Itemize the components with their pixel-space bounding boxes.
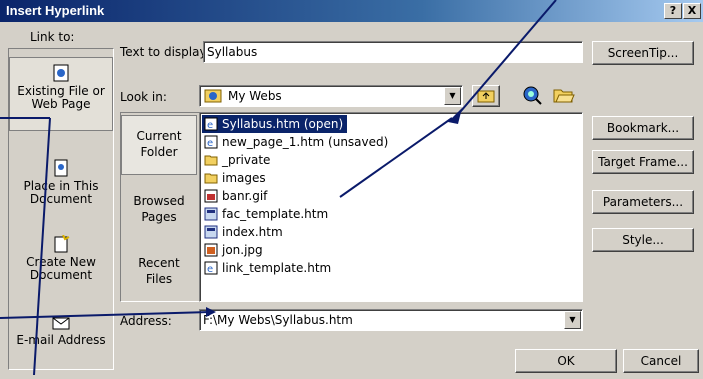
image-file-icon	[204, 189, 218, 203]
file-item[interactable]: e link_template.htm	[202, 259, 335, 277]
svg-text:e: e	[207, 138, 213, 149]
browse-file-button[interactable]	[552, 85, 576, 105]
recent-files-button[interactable]: Recent Files	[121, 255, 197, 287]
image-file-icon	[204, 243, 218, 257]
file-name: Syllabus.htm (open)	[222, 117, 344, 131]
file-name: fac_template.htm	[222, 207, 329, 221]
link-place-in-document[interactable]: Place in This Document	[9, 159, 113, 206]
html-file-icon: e	[204, 135, 218, 149]
link-existing-file-line2: Web Page	[31, 97, 91, 111]
browse-web-icon	[523, 86, 542, 105]
link-create-line1: Create New	[26, 255, 96, 269]
browsed-pages-line1: Browsed	[133, 194, 185, 208]
chevron-down-icon[interactable]: ▼	[444, 87, 461, 105]
parameters-button[interactable]: Parameters...	[592, 190, 694, 214]
web-folder-icon	[204, 89, 222, 103]
title-bar: Insert Hyperlink ? X	[0, 0, 703, 22]
file-item[interactable]: e new_page_1.htm (unsaved)	[202, 133, 392, 151]
html-file-icon: e	[204, 117, 218, 131]
file-item[interactable]: fac_template.htm	[202, 205, 332, 223]
file-name: index.htm	[222, 225, 283, 239]
svg-text:e: e	[207, 264, 213, 275]
address-label: Address:	[120, 314, 172, 328]
file-item[interactable]: jon.jpg	[202, 241, 267, 259]
file-name: banr.gif	[222, 189, 268, 203]
look-in-dropdown[interactable]: My Webs ▼	[199, 85, 463, 107]
link-email-address[interactable]: E-mail Address	[9, 313, 113, 347]
new-document-icon	[54, 235, 70, 253]
chevron-down-icon[interactable]: ▼	[564, 311, 581, 329]
address-input[interactable]: F:\My Webs\Syllabus.htm ▼	[199, 309, 583, 331]
email-icon	[52, 317, 70, 330]
folder-icon	[204, 155, 218, 166]
browse-web-button[interactable]	[520, 85, 544, 105]
address-value: F:\My Webs\Syllabus.htm	[203, 313, 353, 327]
link-existing-file[interactable]: Existing File or Web Page	[9, 57, 113, 131]
file-list[interactable]: e Syllabus.htm (open) e new_page_1.htm (…	[199, 112, 583, 302]
file-name: link_template.htm	[222, 261, 332, 275]
link-create-new-document[interactable]: Create New Document	[9, 235, 113, 282]
text-to-display-value: Syllabus	[207, 45, 258, 59]
file-name: images	[222, 171, 266, 185]
file-name: _private	[222, 153, 271, 167]
look-in-value: My Webs	[228, 89, 282, 103]
cancel-button[interactable]: Cancel	[623, 349, 699, 373]
place-in-document-icon	[54, 159, 68, 177]
file-item[interactable]: e Syllabus.htm (open)	[202, 115, 348, 133]
file-item[interactable]: _private	[202, 151, 274, 169]
browsed-pages-line2: Pages	[141, 210, 177, 224]
screentip-button[interactable]: ScreenTip...	[592, 41, 694, 65]
file-name: jon.jpg	[222, 243, 263, 257]
link-place-line1: Place in This	[23, 179, 99, 193]
current-folder-line1: Current	[136, 129, 182, 143]
up-folder-icon	[477, 90, 495, 103]
current-folder-button[interactable]: Current Folder	[121, 115, 197, 175]
close-button[interactable]: X	[683, 3, 701, 19]
text-to-display-input[interactable]: Syllabus	[203, 41, 583, 63]
link-place-line2: Document	[29, 192, 93, 206]
link-email-line1: E-mail Address	[16, 333, 106, 347]
link-create-line2: Document	[29, 268, 93, 282]
template-file-icon	[204, 207, 218, 221]
current-folder-line2: Folder	[140, 145, 178, 159]
recent-files-line1: Recent	[138, 256, 180, 270]
file-item[interactable]: images	[202, 169, 270, 187]
folder-icon	[204, 173, 218, 184]
ok-button[interactable]: OK	[515, 349, 617, 373]
style-button[interactable]: Style...	[592, 228, 694, 252]
look-in-bar: Current Folder Browsed Pages Recent File…	[120, 112, 200, 302]
recent-files-line2: Files	[145, 272, 173, 286]
link-to-bar: Existing File or Web Page Place in This …	[8, 48, 114, 370]
open-folder-icon	[553, 89, 575, 103]
template-file-icon	[204, 225, 218, 239]
file-name: new_page_1.htm (unsaved)	[222, 135, 389, 149]
up-one-folder-button[interactable]	[472, 85, 500, 107]
svg-text:e: e	[207, 120, 213, 131]
html-file-icon: e	[204, 261, 218, 275]
web-page-icon	[53, 64, 69, 82]
link-to-label: Link to:	[30, 30, 75, 44]
browsed-pages-button[interactable]: Browsed Pages	[121, 193, 197, 225]
file-item[interactable]: index.htm	[202, 223, 287, 241]
text-to-display-label: Text to display:	[120, 45, 210, 59]
dialog-title: Insert Hyperlink	[6, 3, 105, 18]
link-existing-file-line1: Existing File or	[17, 84, 105, 98]
target-frame-button[interactable]: Target Frame...	[592, 150, 694, 174]
look-in-label: Look in:	[120, 90, 167, 104]
help-button[interactable]: ?	[664, 3, 682, 19]
file-item[interactable]: banr.gif	[202, 187, 271, 205]
bookmark-button[interactable]: Bookmark...	[592, 116, 694, 140]
